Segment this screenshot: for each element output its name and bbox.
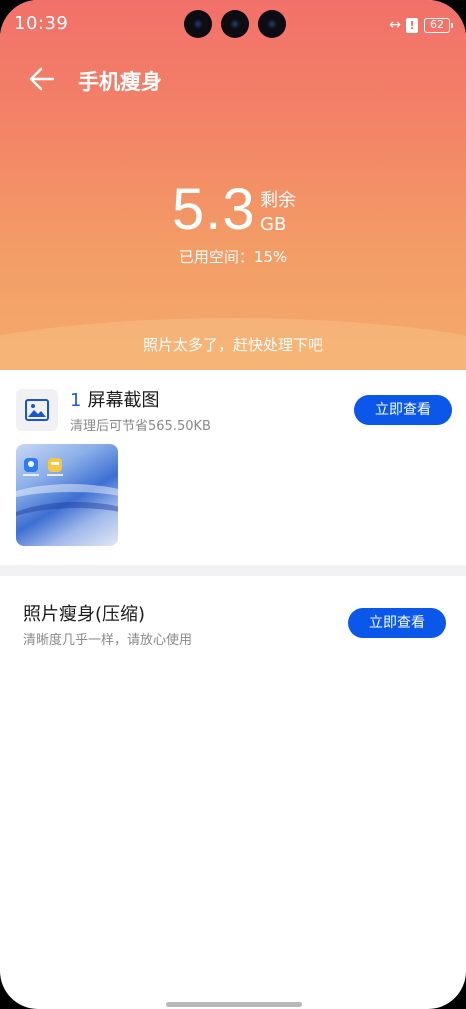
app-screen: 10:39 ↔ ! 62 手机瘦身 5.3 剩余 GB 已用空间：15% 照片太…	[0, 0, 466, 1009]
front-camera-icon	[221, 10, 249, 38]
page-title: 手机瘦身	[78, 70, 162, 94]
wallpaper-wave	[16, 502, 118, 546]
notes-app-icon	[48, 458, 62, 472]
storage-unit: GB	[260, 214, 287, 235]
storage-remaining-label: 剩余	[260, 190, 296, 211]
front-camera-icon	[258, 10, 286, 38]
home-indicator[interactable]	[166, 1002, 302, 1007]
view-screenshots-button[interactable]: 立即查看	[354, 395, 452, 425]
compress-card: 照片瘦身(压缩) 清晰度几乎一样，请放心使用 立即查看	[0, 576, 466, 686]
screenshots-subtitle: 清理后可节省565.50KB	[70, 419, 211, 434]
app-label-mark	[23, 474, 39, 476]
gallery-icon	[16, 389, 58, 431]
status-icons: ↔ ! 62	[389, 14, 453, 36]
app-label-mark	[47, 474, 63, 476]
compress-title: 照片瘦身(压缩)	[23, 604, 146, 625]
screenshots-title-text: 屏幕截图	[87, 390, 160, 411]
storage-used-text: 已用空间：15%	[178, 248, 288, 266]
back-button[interactable]	[26, 62, 60, 96]
front-camera-icon	[184, 10, 212, 38]
storage-summary: 5.3 剩余 GB 已用空间：15%	[0, 178, 466, 278]
battery-icon: 62	[424, 17, 453, 33]
view-compress-button[interactable]: 立即查看	[348, 608, 446, 638]
data-link-icon: ↔	[389, 17, 401, 33]
compress-subtitle: 清晰度几乎一样，请放心使用	[23, 633, 193, 648]
screenshots-card: 1 屏幕截图 清理后可节省565.50KB 立即查看	[0, 370, 466, 565]
storage-hero: 10:39 ↔ ! 62 手机瘦身 5.3 剩余 GB 已用空间：15% 照片太…	[0, 0, 466, 370]
arrow-left-icon	[29, 67, 55, 91]
section-divider	[0, 565, 466, 576]
alert-icon: !	[406, 17, 418, 33]
screenshot-thumbnail[interactable]	[16, 444, 118, 546]
contacts-app-icon	[24, 458, 38, 472]
storage-remaining-value: 5.3	[172, 177, 256, 242]
top-nav: 手机瘦身	[0, 56, 466, 102]
image-icon	[25, 399, 49, 421]
screenshots-title: 1 屏幕截图	[70, 386, 159, 412]
screenshots-count: 1	[70, 390, 82, 411]
status-bar: 10:39 ↔ ! 62	[0, 0, 466, 48]
hero-tip: 照片太多了，赶快处理下吧	[142, 336, 323, 354]
status-time: 10:39	[14, 13, 69, 34]
